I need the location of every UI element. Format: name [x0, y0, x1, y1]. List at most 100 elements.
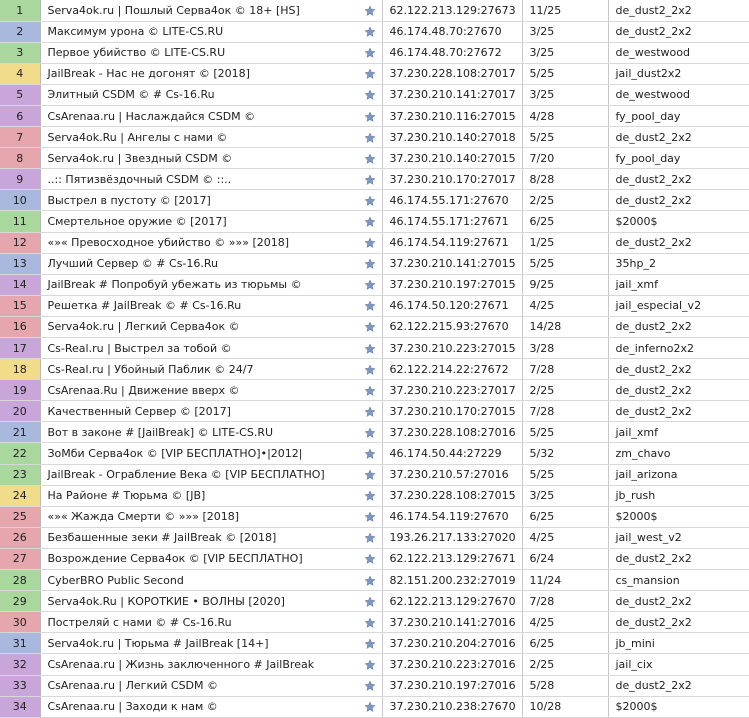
server-row[interactable]: 22 ЗоМби Серва4ок © [VIP БЕСПЛАТНО]•|2012… [0, 442, 749, 465]
server-row[interactable]: 13 Лучший Сервер © # Cs-16.Ru 37.230.210.1… [0, 253, 749, 275]
favorite-toggle[interactable] [358, 696, 383, 718]
server-row[interactable]: 23 JailBreak - Ограбление Века © [VIP БЕС… [0, 464, 749, 486]
server-row[interactable]: 31 Serva4ok.ru | Тюрьма # JailBreak [14+]… [0, 632, 749, 655]
server-address: 46.174.50.44:27229 [382, 442, 523, 465]
favorite-toggle[interactable] [358, 0, 383, 22]
player-count: 6/25 [522, 632, 609, 655]
server-row[interactable]: 3 Первое убийство © LITE-CS.RU 46.174.48.7… [0, 42, 749, 64]
server-row[interactable]: 27 Возрождение Серва4ок © [VIP БЕСПЛАТНО]… [0, 548, 749, 571]
favorite-toggle[interactable] [358, 147, 383, 170]
favorite-toggle[interactable] [358, 442, 383, 465]
favorite-toggle[interactable] [358, 337, 383, 360]
favorite-toggle[interactable] [358, 611, 383, 634]
map-name: jail_cix [608, 653, 749, 676]
server-name: Возрождение Серва4ок © [VIP БЕСПЛАТНО] [40, 548, 358, 571]
server-row[interactable]: 28 CyberBRO Public Second 82.151.200.232:2… [0, 569, 749, 592]
server-row[interactable]: 30 Постреляй с нами © # Cs-16.Ru 37.230.21… [0, 611, 749, 634]
server-name: JailBreak - Ограбление Века © [VIP БЕСПЛ… [40, 464, 358, 486]
favorite-toggle[interactable] [358, 464, 383, 486]
favorite-toggle[interactable] [358, 42, 383, 64]
server-row[interactable]: 11 Смертельное оружие © [2017] 46.174.55.1… [0, 210, 749, 233]
favorite-toggle[interactable] [358, 189, 383, 212]
server-row[interactable]: 18 Cs-Real.ru | Убойный Паблик © 24/7 62.1… [0, 358, 749, 381]
server-address: 37.230.210.223:27015 [382, 337, 523, 360]
map-name: de_dust2_2x2 [608, 548, 749, 571]
favorite-toggle[interactable] [358, 274, 383, 296]
map-name: jail_dust2x2 [608, 63, 749, 85]
star-icon [364, 153, 376, 165]
server-row[interactable]: 19 CsArenaa.Ru | Движение вверх © 37.230.2… [0, 379, 749, 402]
favorite-toggle[interactable] [358, 21, 383, 43]
favorite-toggle[interactable] [358, 316, 383, 339]
server-row[interactable]: 17 Cs-Real.ru | Выстрел за тобой © 37.230.… [0, 337, 749, 360]
favorite-toggle[interactable] [358, 421, 383, 444]
favorite-toggle[interactable] [358, 506, 383, 528]
favorite-toggle[interactable] [358, 126, 383, 149]
server-row[interactable]: 1 Serva4ok.ru | Пошлый Серва4ок © 18+ [HS… [0, 0, 749, 22]
player-count: 11/25 [522, 0, 609, 22]
favorite-toggle[interactable] [358, 63, 383, 85]
server-row[interactable]: 16 Serva4ok.ru | Легкий Серва4ок © 62.122.… [0, 316, 749, 339]
favorite-toggle[interactable] [358, 590, 383, 613]
server-row[interactable]: 25 «»« Жажда Смерти © »»» [2018] 46.174.54… [0, 506, 749, 528]
server-row[interactable]: 12 «»« Превосходное убийство © »»» [2018]… [0, 232, 749, 254]
server-row[interactable]: 21 Вот в законе # [JailBreak] © LITE-CS.R… [0, 421, 749, 444]
star-icon [364, 342, 376, 355]
server-row[interactable]: 9..:: Пятизвёздочный CSDM © ::.. 37.230.2… [0, 168, 749, 191]
favorite-toggle[interactable] [358, 210, 383, 233]
server-row[interactable]: 5 Элитный CSDM © # Cs-16.Ru 37.230.210.141… [0, 84, 749, 106]
server-address: 37.230.210.223:27016 [382, 653, 523, 676]
player-count: 2/25 [522, 653, 609, 676]
player-count: 4/25 [522, 295, 609, 317]
player-count: 11/24 [522, 569, 609, 592]
player-count: 6/24 [522, 548, 609, 571]
server-row[interactable]: 4 JailBreak - Нас не догонят © [2018] 37.2… [0, 63, 749, 85]
server-row[interactable]: 7 Serva4ok.Ru | Ангелы с нами © 37.230.210… [0, 126, 749, 149]
favorite-toggle[interactable] [358, 548, 383, 571]
favorite-toggle[interactable] [358, 232, 383, 254]
favorite-toggle[interactable] [358, 527, 383, 549]
server-name: JailBreak - Нас не догонят © [2018] [40, 63, 358, 85]
favorite-toggle[interactable] [358, 295, 383, 317]
favorite-toggle[interactable] [358, 84, 383, 106]
favorite-toggle[interactable] [358, 253, 383, 275]
favorite-toggle[interactable] [358, 653, 383, 676]
map-name: de_dust2_2x2 [608, 316, 749, 339]
favorite-toggle[interactable] [358, 400, 383, 423]
server-row[interactable]: 26 Безбашенные зеки # JailBreak © [2018] 1… [0, 527, 749, 549]
server-address: 37.230.210.197:27015 [382, 274, 523, 296]
map-name: $2000$ [608, 696, 749, 718]
map-name: de_westwood [608, 42, 749, 64]
server-row[interactable]: 32 CsArenaa.ru | Жизнь заключенного # Jai… [0, 653, 749, 676]
server-row[interactable]: 29 Serva4ok.Ru | КОРОТКИЕ • ВОЛНЫ [2020] 6… [0, 590, 749, 613]
favorite-toggle[interactable] [358, 675, 383, 697]
favorite-toggle[interactable] [358, 632, 383, 655]
server-name: Cs-Real.ru | Выстрел за тобой © [40, 337, 358, 360]
favorite-toggle[interactable] [358, 485, 383, 507]
server-name: Первое убийство © LITE-CS.RU [40, 42, 358, 64]
favorite-toggle[interactable] [358, 569, 383, 592]
favorite-toggle[interactable] [358, 379, 383, 402]
server-row[interactable]: 15 Решетка # JailBreak © # Cs-16.Ru 46.174… [0, 295, 749, 317]
favorite-toggle[interactable] [358, 168, 383, 191]
favorite-toggle[interactable] [358, 105, 383, 128]
server-row[interactable]: 8 Serva4ok.ru | Звездный CSDM © 37.230.210… [0, 147, 749, 170]
favorite-toggle[interactable] [358, 358, 383, 381]
server-row[interactable]: 2 Максимум урона © LITE-CS.RU 46.174.48.70… [0, 21, 749, 43]
server-name: CsArenaa.ru | Наслаждайся CSDM © [40, 105, 358, 128]
server-row[interactable]: 20 Качественный Сервер © [2017] 37.230.210… [0, 400, 749, 423]
player-count: 8/28 [522, 168, 609, 191]
row-number: 8 [0, 147, 41, 170]
server-row[interactable]: 10 Выстрел в пустоту © [2017] 46.174.55.17… [0, 189, 749, 212]
row-number: 19 [0, 379, 41, 402]
server-row[interactable]: 34 CsArenaa.ru | Заходи к нам © 37.230.210… [0, 696, 749, 718]
map-name: jail_arizona [608, 464, 749, 486]
map-name: jail_west_v2 [608, 527, 749, 549]
server-row[interactable]: 6 CsArenaa.ru | Наслаждайся CSDM © 37.230.… [0, 105, 749, 128]
server-row[interactable]: 33 CsArenaa.ru | Легкий CSDM © 37.230.210.… [0, 675, 749, 697]
server-row[interactable]: 24 На Районе # Тюрьма © [JB] 37.230.228.10… [0, 485, 749, 507]
server-row[interactable]: 14 JailBreak # Попробуй убежать из тюрьмы… [0, 274, 749, 296]
server-address: 37.230.210.197:27016 [382, 675, 523, 697]
row-number: 2 [0, 21, 41, 43]
row-number: 5 [0, 84, 41, 106]
